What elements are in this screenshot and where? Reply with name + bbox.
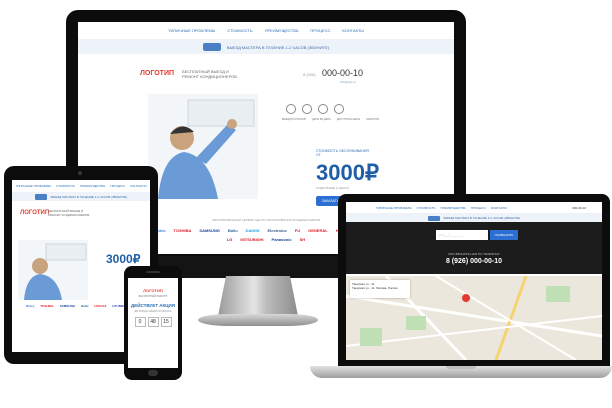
- brand-logo: TOSHIBA: [173, 228, 192, 233]
- promo-strip: ВЫЕЗД МАСТЕРА В ТЕЧЕНИЕ 1-2 ЧАСОВ (ЗВОНИ…: [78, 40, 454, 54]
- site-logo[interactable]: ЛОГОТИП: [20, 210, 49, 216]
- calendar-icon: [302, 104, 312, 114]
- call-button[interactable]: ПОЗВОНИТЬ: [490, 230, 518, 240]
- header-email[interactable]: info@site.ru: [340, 80, 356, 84]
- promo-strip: ВЫЕЗД МАСТЕРА В ТЕЧЕНИЕ 1-2 ЧАСОВ (ЗВОНИ…: [12, 192, 150, 201]
- promo-text: ВЫЕЗД МАСТЕРА В ТЕЧЕНИЕ 1-2 ЧАСОВ (ЗВОНИ…: [443, 216, 521, 220]
- clock-icon: [286, 104, 296, 114]
- promo-text: ВЫЕЗД МАСТЕРА В ТЕЧЕНИЕ 1-2 ЧАСОВ (ЗВОНИ…: [50, 194, 128, 199]
- laptop-device: ТИПИЧНЫЕ ПРОБЛЕМЫ СТОИМОСТЬ ПРЕИМУЩЕСТВА…: [338, 194, 610, 366]
- phone-device: ЛОГОТИП БЕСПЛАТНЫЙ РЕМОНТ ДЕЙСТВУЕТ АКЦИ…: [124, 266, 182, 380]
- nav-item-problems[interactable]: ТИПИЧНЫЕ ПРОБЛЕМЫ: [376, 206, 411, 210]
- brand-logo: Ballu: [81, 304, 89, 308]
- timer-minutes: 15: [160, 317, 172, 327]
- timer-days: 0: [134, 317, 146, 327]
- site-tagline: БЕСПЛАТНЫЙ ВЫЕЗД И РЕМОНТ КОНДИЦИОНЕРОВ: [182, 69, 237, 79]
- header-phone[interactable]: 000-00-10: [322, 68, 363, 78]
- feature-label: ГАРАНТИЯ: [366, 118, 380, 121]
- laptop-screen: ТИПИЧНЫЕ ПРОБЛЕМЫ СТОИМОСТЬ ПРЕИМУЩЕСТВА…: [346, 202, 602, 360]
- nav-item-contacts[interactable]: КОНТАКТЫ: [491, 206, 507, 210]
- brand-logo: TOSHIBA: [40, 304, 54, 308]
- countdown-timer: 0 48 15: [128, 317, 178, 327]
- nav-item-advantages[interactable]: ПРЕИМУЩЕСТВА: [80, 184, 105, 188]
- promo-strip: ВЫЕЗД МАСТЕРА В ТЕЧЕНИЕ 1-2 ЧАСОВ (ЗВОНИ…: [346, 214, 602, 222]
- phone-code: 8 (926): [303, 72, 316, 77]
- site-tagline: БЕСПЛАТНЫЙ ВЫЕЗД И РЕМОНТ КОНДИЦИОНЕРОВ: [48, 209, 90, 217]
- nav-item-price[interactable]: СТОИМОСТЬ: [56, 184, 75, 188]
- feature-label: ВЫЕЗД ПОЛНОЧЬЮ: [282, 118, 307, 121]
- promo-badge: [202, 43, 221, 51]
- nav-item-price[interactable]: СТОИМОСТЬ: [416, 206, 435, 210]
- nav-item-contacts[interactable]: КОНТАКТЫ: [130, 184, 146, 188]
- timer-hours: 48: [147, 317, 159, 327]
- site-logo[interactable]: ЛОГОТИП: [128, 288, 178, 293]
- price-value: 3000₽: [106, 252, 141, 266]
- price-label: СТОИМОСТЬ ОБСЛУЖИВАНИЯ ОТ: [316, 149, 369, 157]
- promo-text: ВЫЕЗД МАСТЕРА В ТЕЧЕНИЕ 1-2 ЧАСОВ (ЗВОНИ…: [226, 44, 330, 50]
- brand-logo: MITSUBISHI: [240, 237, 264, 242]
- wallet-icon: [318, 104, 328, 114]
- nav-item-advantages[interactable]: ПРЕИМУЩЕСТВА: [440, 206, 465, 210]
- desktop-nav: ТИПИЧНЫЕ ПРОБЛЕМЫ СТОИМОСТЬ ПРЕИМУЩЕСТВА…: [78, 22, 454, 40]
- nav-item-problems[interactable]: ТИПИЧНЫЕ ПРОБЛЕМЫ: [168, 28, 215, 33]
- callback-form: +7 (___) ___-__-__ ПОЗВОНИТЬ ИЛИ ЗВОНИТЕ…: [346, 222, 602, 274]
- brand-logo: Midea: [25, 304, 35, 308]
- promo-badge: [34, 193, 47, 200]
- nav-item-process[interactable]: ПРОЦЕСС: [110, 184, 125, 188]
- brand-logo: SAMSUNG: [199, 228, 220, 233]
- brand-logo: SAMSUNG: [59, 304, 76, 308]
- nav-item-process[interactable]: ПРОЦЕСС: [471, 206, 486, 210]
- camera-icon: [78, 171, 82, 175]
- technician-photo: [148, 94, 258, 199]
- phone-input[interactable]: +7 (___) ___-__-__: [436, 230, 488, 240]
- feature-labels: ВЫЕЗД ПОЛНОЧЬЮ ДЕНЬ ВО ДЕНЬ ДОСТУПНАЯ ЦЕ…: [282, 118, 379, 121]
- technician-photo: [18, 240, 88, 300]
- feature-icons: [286, 104, 344, 114]
- brand-logo: Ballu: [227, 228, 238, 233]
- contact-phone[interactable]: 8 (926) 000-00-10: [346, 258, 602, 265]
- brand-logo: LG: [226, 237, 233, 242]
- brand-logo: HITACHI: [94, 304, 107, 308]
- monitor-stand-base: [198, 314, 318, 326]
- promo-badge: [427, 215, 440, 221]
- monitor-stand: [218, 276, 298, 316]
- brand-logo: GENERAL: [308, 228, 328, 233]
- nav-item-problems[interactable]: ТИПИЧНЫЕ ПРОБЛЕМЫ: [16, 184, 51, 188]
- site-logo[interactable]: ЛОГОТИП: [140, 70, 174, 77]
- laptop-nav: ТИПИЧНЫЕ ПРОБЛЕМЫ СТОИМОСТЬ ПРЕИМУЩЕСТВА…: [346, 202, 602, 214]
- laptop-notch: [446, 366, 476, 369]
- price-value: 3000₽: [316, 160, 379, 185]
- nav-item-process[interactable]: ПРОЦЕСС: [310, 28, 330, 33]
- address-card: Тверская ул., 11 Тверская ул., 11, Москв…: [350, 280, 410, 298]
- address-subtitle: Тверская ул., 11, Москва, Россия: [352, 286, 398, 290]
- brand-logo: SH: [299, 237, 306, 242]
- site-tagline: БЕСПЛАТНЫЙ РЕМОНТ: [138, 295, 168, 298]
- feature-label: ДЕНЬ ВО ДЕНЬ: [312, 118, 331, 121]
- nav-item-contacts[interactable]: КОНТАКТЫ: [342, 28, 364, 33]
- speaker-icon: [146, 271, 160, 273]
- site-header: ЛОГОТИП БЕСПЛАТНЫЙ ВЫЕЗД И РЕМОНТ КОНДИЦ…: [78, 54, 454, 94]
- tablet-nav: ТИПИЧНЫЕ ПРОБЛЕМЫ СТОИМОСТЬ ПРЕИМУЩЕСТВА…: [12, 180, 150, 192]
- price-details-link[interactable]: ПОДРОБНЕЕ О ЦЕНАХ: [316, 186, 349, 190]
- nav-item-advantages[interactable]: ПРЕИМУЩЕСТВА: [265, 28, 299, 33]
- call-label: ИЛИ ЗВОНИТЕ НАМ ПО ТЕЛЕФОНУ: [448, 252, 500, 256]
- feature-label: ДОСТУПНАЯ ЦЕНА: [336, 118, 361, 121]
- shield-icon: [334, 104, 344, 114]
- brand-logo: Electrolux: [267, 228, 287, 233]
- promo-subtitle: ДО КОНЦА АКЦИИ ОСТАЛОСЬ: [134, 310, 172, 313]
- header-phone[interactable]: 000-00-10: [572, 206, 586, 210]
- promo-title: ДЕЙСТВУЕТ АКЦИЯ: [131, 303, 175, 308]
- home-button[interactable]: [148, 370, 158, 376]
- nav-item-price[interactable]: СТОИМОСТЬ: [227, 28, 252, 33]
- brand-logo: DAIKIN: [245, 228, 260, 233]
- phone-screen: ЛОГОТИП БЕСПЛАТНЫЙ РЕМОНТ ДЕЙСТВУЕТ АКЦИ…: [128, 278, 178, 368]
- brand-logo: Panasonic: [271, 237, 292, 242]
- brand-logo: FU: [294, 228, 301, 233]
- location-map[interactable]: Тверская ул., 11 Тверская ул., 11, Москв…: [346, 276, 602, 360]
